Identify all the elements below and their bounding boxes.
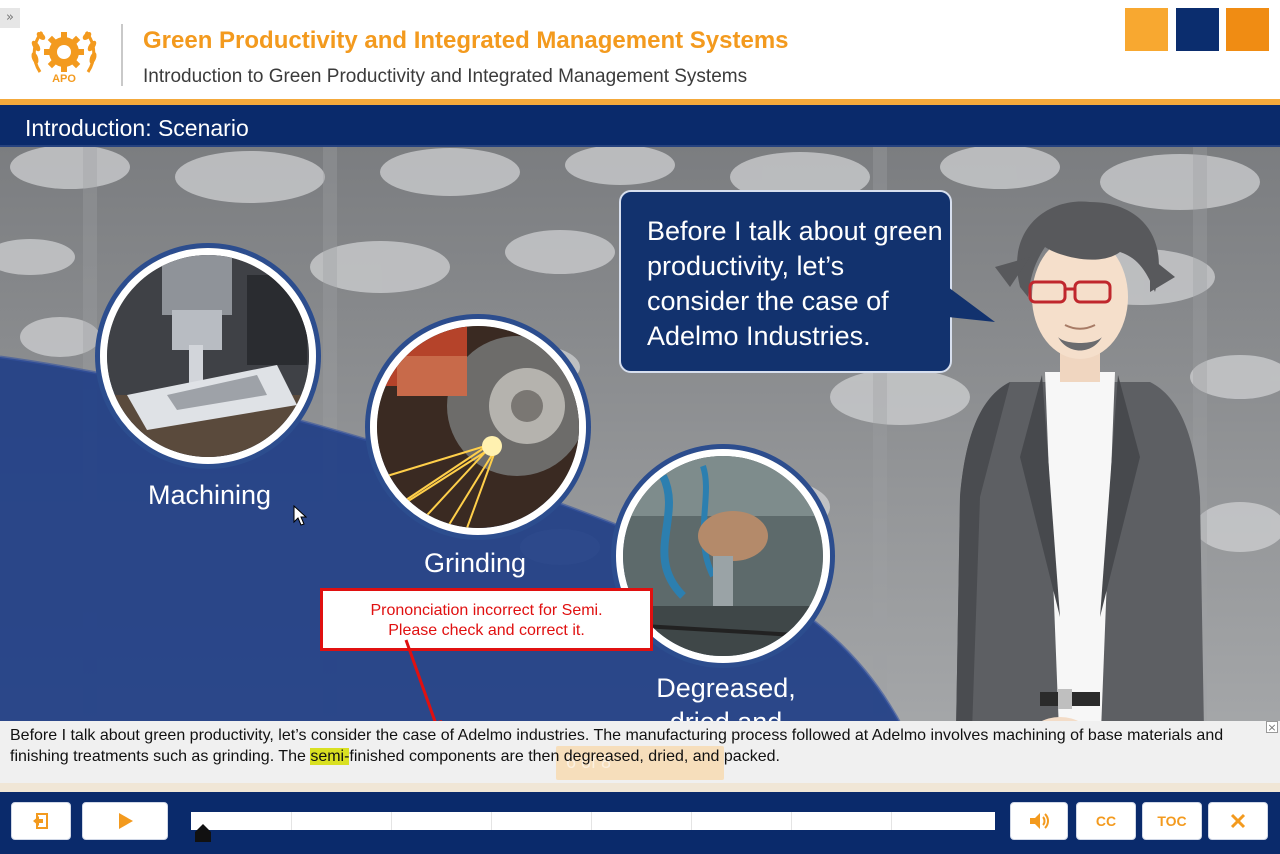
review-annotation-line2: Please check and correct it. bbox=[388, 622, 585, 639]
header-divider bbox=[121, 24, 123, 86]
header: » APO Green Productivity and Integrated … bbox=[0, 0, 1280, 100]
slide-stage: Machining Grinding Degreased, Before I t… bbox=[0, 147, 1280, 790]
progress-tick bbox=[491, 812, 492, 830]
accent-square-navy bbox=[1176, 8, 1219, 51]
course-title: Green Productivity and Integrated Manage… bbox=[143, 27, 789, 54]
progress-tick bbox=[391, 812, 392, 830]
toc-button[interactable]: TOC bbox=[1142, 802, 1202, 840]
machining-photo bbox=[100, 248, 316, 464]
module-title: Introduction to Green Productivity and I… bbox=[143, 66, 748, 87]
logo-text: APO bbox=[52, 73, 76, 85]
progress-tick bbox=[591, 812, 592, 830]
double-chevron-right-icon[interactable]: » bbox=[0, 8, 20, 28]
review-annotation-line1: Prononciation incorrect for Semi. bbox=[370, 602, 603, 619]
step-label-machining: Machining bbox=[148, 480, 272, 510]
progress-tick bbox=[791, 812, 792, 830]
presenter-character bbox=[955, 201, 1205, 790]
exit-button[interactable] bbox=[11, 802, 71, 840]
cc-button[interactable]: CC bbox=[1076, 802, 1136, 840]
accent-square-light-orange bbox=[1125, 8, 1168, 51]
close-button[interactable] bbox=[1208, 802, 1268, 840]
speech-bubble: Before I talk about green productivity, … bbox=[619, 190, 952, 373]
apo-logo: APO bbox=[31, 31, 97, 85]
course-player: » APO Green Productivity and Integrated … bbox=[0, 0, 1280, 854]
caption-footer-strip bbox=[0, 783, 1280, 792]
section-title: Introduction: Scenario bbox=[25, 115, 249, 141]
caption-close-button[interactable]: × bbox=[1266, 721, 1278, 733]
player-toolbar: CC TOC bbox=[0, 792, 1280, 854]
accent-square-orange bbox=[1226, 8, 1269, 51]
exit-icon bbox=[33, 813, 48, 829]
progress-handle[interactable] bbox=[195, 824, 212, 842]
review-annotation: Prononciation incorrect for Semi. Please… bbox=[320, 588, 653, 651]
mouse-cursor-icon bbox=[293, 505, 307, 526]
progress-bar[interactable] bbox=[191, 812, 995, 830]
play-button[interactable] bbox=[82, 802, 168, 840]
audio-button[interactable] bbox=[1010, 802, 1068, 840]
grinding-photo bbox=[370, 319, 586, 535]
caption-text: Before I talk about green productivity, … bbox=[10, 725, 1265, 767]
step-label-grinding: Grinding bbox=[424, 548, 527, 578]
close-icon bbox=[1230, 813, 1246, 829]
progress-tick bbox=[891, 812, 892, 830]
caption-highlight: semi- bbox=[310, 748, 350, 765]
speech-text: Before I talk about green productivity, … bbox=[647, 216, 943, 351]
progress-tick bbox=[691, 812, 692, 830]
closed-caption-panel: 6 of 8 Before I talk about green product… bbox=[0, 721, 1280, 783]
speaker-icon bbox=[1030, 813, 1049, 829]
progress-tick bbox=[291, 812, 292, 830]
caption-text-after: finished components are then degreased, … bbox=[349, 748, 780, 765]
section-bar: Introduction: Scenario bbox=[0, 105, 1280, 147]
play-icon bbox=[119, 813, 133, 829]
